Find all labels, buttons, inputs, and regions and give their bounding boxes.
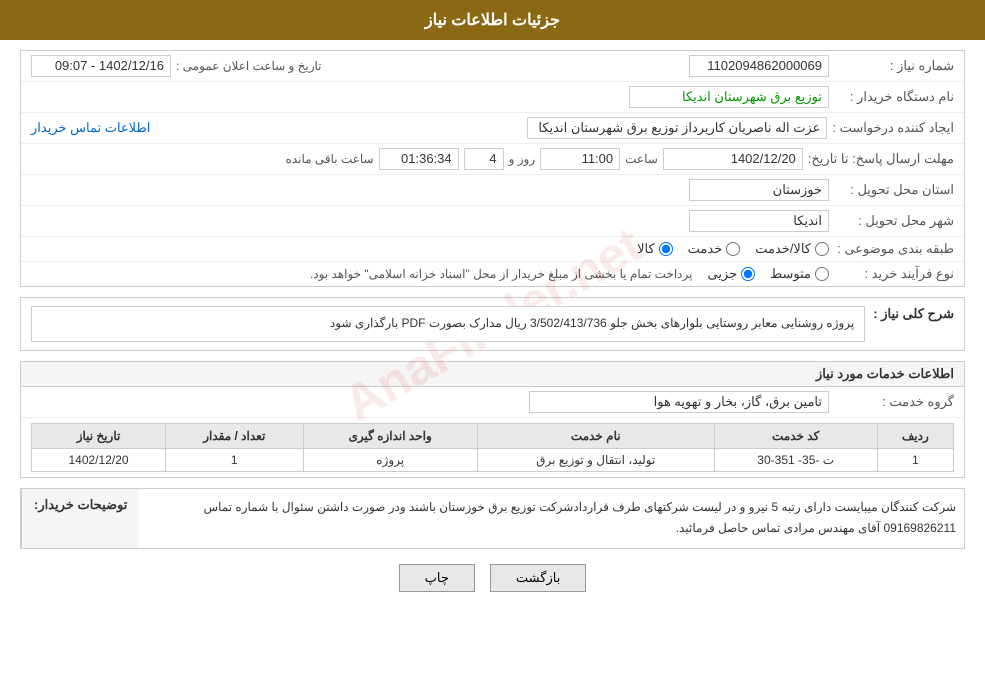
radio-kala-khadamat: کالا/خدمت [755, 241, 829, 257]
radio-kala-khadamat-input[interactable] [815, 242, 829, 256]
services-section: اطلاعات خدمات مورد نیاز گروه خدمت : تامی… [20, 361, 965, 478]
radio-khadamat-label: خدمت [688, 241, 723, 257]
button-row: بازگشت چاپ [20, 564, 965, 592]
row-province: استان محل تحویل : خوزستان [21, 175, 964, 206]
page-title: جزئیات اطلاعات نیاز [425, 12, 560, 29]
description-section: AnaFinder.net شرح کلی نیاز : پروژه روشنا… [20, 297, 965, 351]
radio-kala-input[interactable] [659, 242, 673, 256]
row-need-number: شماره نیاز : 1102094862000069 تاریخ و سا… [21, 51, 964, 82]
row-process-type: نوع فرآیند خرید : متوسط جزیی پرداخت تمام… [21, 262, 964, 286]
row-deadline: مهلت ارسال پاسخ: تا تاریخ: 1402/12/20 سا… [21, 144, 964, 175]
deadline-time-label: ساعت [625, 152, 658, 166]
deadline-label: مهلت ارسال پاسخ: تا تاریخ: [808, 151, 954, 167]
province-label: استان محل تحویل : [834, 182, 954, 198]
row-creator: ایجاد کننده درخواست : عزت اله ناصریان کا… [21, 113, 964, 144]
table-row: 1 ت -35- 351-30 تولید، انتقال و توزیع بر… [32, 448, 954, 471]
page-wrapper: جزئیات اطلاعات نیاز شماره نیاز : 1102094… [0, 0, 985, 691]
radio-khadamat-input[interactable] [726, 242, 740, 256]
services-section-title: اطلاعات خدمات مورد نیاز [21, 362, 964, 387]
row-buyer-org: نام دستگاه خریدار : توزیع برق شهرستان ان… [21, 82, 964, 113]
deadline-date: 1402/12/20 [663, 148, 803, 170]
category-label: طبقه بندی موضوعی : [834, 241, 954, 257]
col-header-code: کد خدمت [714, 423, 877, 448]
row-city: شهر محل تحویل : اندیکا [21, 206, 964, 237]
radio-kala: کالا [637, 241, 673, 257]
need-number-label: شماره نیاز : [834, 58, 954, 74]
radio-motavasset: متوسط [770, 266, 829, 282]
cell-quantity: 1 [166, 448, 303, 471]
need-info-section: شماره نیاز : 1102094862000069 تاریخ و سا… [20, 50, 965, 287]
description-section-title: شرح کلی نیاز : [873, 306, 954, 342]
category-radio-group: کالا/خدمت خدمت کالا [637, 241, 829, 257]
radio-kala-khadamat-label: کالا/خدمت [755, 241, 811, 257]
radio-jozii: جزیی [707, 266, 755, 282]
row-category: طبقه بندی موضوعی : کالا/خدمت خدمت کالا [21, 237, 964, 262]
table-header-row: ردیف کد خدمت نام خدمت واحد اندازه گیری ت… [32, 423, 954, 448]
remaining-label: ساعت باقی مانده [286, 152, 374, 166]
cell-row: 1 [877, 448, 953, 471]
col-header-name: نام خدمت [477, 423, 714, 448]
contact-link[interactable]: اطلاعات تماس خریدار [31, 120, 150, 136]
buyer-notes-section: شرکت کنندگان میبایست دارای رتبه 5 نیرو و… [20, 488, 965, 549]
notes-content: شرکت کنندگان میبایست دارای رتبه 5 نیرو و… [139, 489, 964, 548]
creator-value: عزت اله ناصریان کاریرداز توزیع برق شهرست… [527, 117, 827, 139]
deadline-time: 11:00 [540, 148, 620, 170]
announce-value: 1402/12/16 - 09:07 [31, 55, 171, 77]
cell-unit: پروژه [303, 448, 477, 471]
process-label: نوع فرآیند خرید : [834, 266, 954, 282]
remaining-time: 01:36:34 [379, 148, 459, 170]
radio-jozii-label: جزیی [707, 266, 737, 282]
radio-kala-label: کالا [637, 241, 655, 257]
province-value: خوزستان [689, 179, 829, 201]
process-radio-group: متوسط جزیی [707, 266, 829, 282]
cell-code: ت -35- 351-30 [714, 448, 877, 471]
cell-date: 1402/12/20 [32, 448, 166, 471]
deadline-days: 4 [464, 148, 504, 170]
deadline-days-label: روز و [509, 152, 536, 166]
city-value: اندیکا [689, 210, 829, 232]
col-header-date: تاریخ نیاز [32, 423, 166, 448]
radio-jozii-input[interactable] [741, 267, 755, 281]
process-note: پرداخت تمام یا بخشی از مبلغ خریدار از مح… [310, 267, 693, 281]
print-button[interactable]: چاپ [399, 564, 475, 592]
col-header-unit: واحد اندازه گیری [303, 423, 477, 448]
col-header-quantity: تعداد / مقدار [166, 423, 303, 448]
radio-khadamat: خدمت [688, 241, 741, 257]
radio-motavasset-input[interactable] [815, 267, 829, 281]
need-number-value: 1102094862000069 [689, 55, 829, 77]
creator-label: ایجاد کننده درخواست : [832, 120, 954, 136]
cell-name: تولید، انتقال و توزیع برق [477, 448, 714, 471]
row-service-group: گروه خدمت : تامین برق، گاز، بخار و تهویه… [21, 387, 964, 418]
notes-text: شرکت کنندگان میبایست دارای رتبه 5 نیرو و… [204, 500, 956, 536]
page-header: جزئیات اطلاعات نیاز [0, 0, 985, 40]
buyer-org-value: توزیع برق شهرستان اندیکا [629, 86, 829, 108]
services-table-wrapper: ردیف کد خدمت نام خدمت واحد اندازه گیری ت… [21, 418, 964, 477]
services-table: ردیف کد خدمت نام خدمت واحد اندازه گیری ت… [31, 423, 954, 472]
buyer-org-label: نام دستگاه خریدار : [834, 89, 954, 105]
notes-label: توضیحات خریدار: [21, 489, 139, 548]
city-label: شهر محل تحویل : [834, 213, 954, 229]
service-group-label: گروه خدمت : [834, 394, 954, 410]
radio-motavasset-label: متوسط [770, 266, 811, 282]
back-button[interactable]: بازگشت [490, 564, 586, 592]
service-group-value: تامین برق، گاز، بخار و تهویه هوا [529, 391, 829, 413]
announce-label: تاریخ و ساعت اعلان عمومی : [176, 59, 322, 73]
description-content: پروژه روشنایی معابر روستایی بلوارهای بخش… [31, 306, 865, 342]
col-header-row: ردیف [877, 423, 953, 448]
main-content: شماره نیاز : 1102094862000069 تاریخ و سا… [0, 40, 985, 617]
